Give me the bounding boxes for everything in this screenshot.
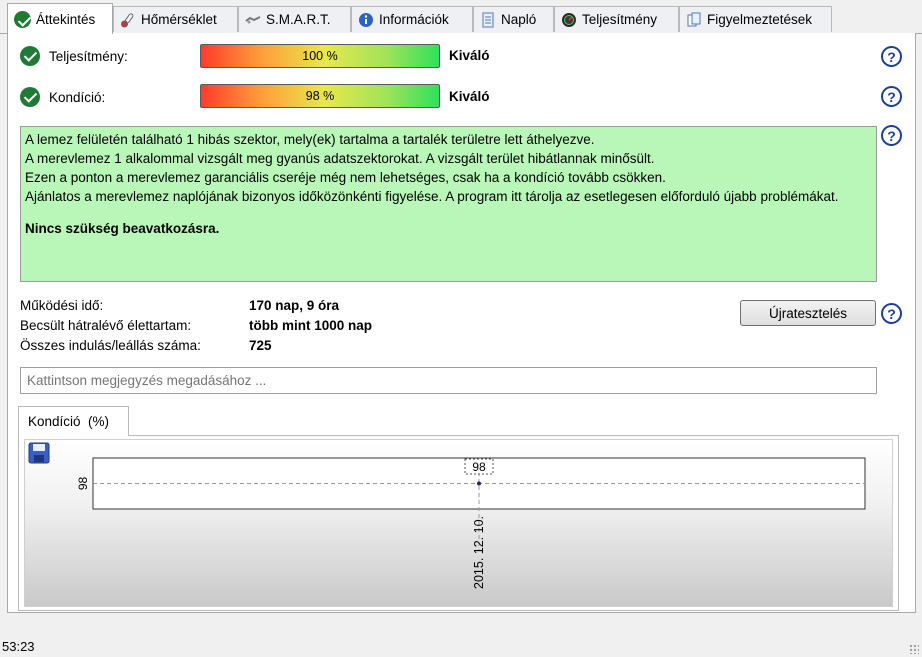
resize-grip[interactable] [909, 644, 919, 654]
warnings-icon [687, 12, 701, 26]
tab-label: Áttekintés [36, 11, 96, 27]
info-icon [359, 12, 373, 27]
data-point [477, 481, 481, 486]
performance-percent: 100 % [302, 49, 338, 63]
status-message: A lemez felületén található 1 hibás szek… [20, 126, 877, 282]
thermometer-icon [121, 12, 134, 27]
performance-row: Teljesítmény: [20, 46, 128, 66]
help-icon[interactable]: ? [881, 46, 902, 67]
note-input[interactable] [20, 367, 877, 394]
x-tick-label: 2015. 12. 10. [472, 516, 486, 589]
save-icon[interactable] [28, 442, 50, 464]
check-icon [20, 87, 40, 107]
starts-label: Összes indulás/leállás száma: [20, 338, 201, 353]
condition-row: Kondíció: [20, 87, 105, 107]
condition-chart: 98 2015. 12. 10. 98 [28, 442, 866, 589]
remaining-life-label: Becsült hátralévő élettartam: [20, 318, 192, 333]
message-line: Ajánlatos a merevlemez naplójának bizony… [25, 189, 839, 204]
retest-button[interactable]: Újratesztelés [740, 300, 876, 326]
tab-label: Információk [379, 12, 449, 27]
status-bar: 53:23 [0, 633, 922, 657]
tab-temperature[interactable]: Hőmérséklet [113, 6, 238, 32]
performance-bar: 100 % [200, 44, 440, 68]
check-icon [20, 46, 40, 66]
subtab-label: Kondíció (%) [28, 414, 110, 429]
data-label: 98 [472, 460, 486, 474]
help-icon[interactable]: ? [881, 86, 902, 107]
remaining-life-value: több mint 1000 nap [249, 318, 373, 333]
message-conclusion: Nincs szükség beavatkozásra. [25, 221, 220, 236]
help-icon[interactable]: ? [881, 303, 902, 324]
log-icon [482, 12, 494, 27]
chart-container: 98 2015. 12. 10. 98 [18, 435, 899, 611]
message-line: A merevlemez 1 alkalommal vizsgált meg g… [25, 151, 655, 166]
uptime-value: 170 nap, 9 óra [249, 298, 340, 313]
tab-label: Napló [501, 12, 537, 27]
condition-rating: Kiváló [449, 89, 490, 104]
tab-condition-chart[interactable]: Kondíció (%) [18, 406, 129, 436]
tab-log[interactable]: Napló [473, 6, 554, 32]
status-time: 53:23 [2, 639, 35, 654]
performance-label: Teljesítmény: [49, 48, 128, 64]
chart-area: 98 2015. 12. 10. 98 [24, 439, 893, 607]
starts-value: 725 [249, 338, 272, 353]
condition-percent: 98 % [305, 89, 335, 103]
tab-label: S.M.A.R.T. [266, 12, 331, 27]
message-line: A lemez felületén található 1 hibás szek… [25, 132, 595, 147]
smart-icon [245, 15, 261, 23]
tab-warnings[interactable]: Figyelmeztetések [679, 6, 832, 32]
check-icon [14, 10, 31, 28]
tab-label: Teljesítmény [582, 12, 658, 27]
tab-smart[interactable]: S.M.A.R.T. [238, 6, 351, 32]
y-tick-label: 98 [76, 477, 90, 491]
tab-info[interactable]: Információk [351, 6, 473, 32]
tab-performance[interactable]: Teljesítmény [554, 6, 679, 32]
performance-icon [562, 12, 576, 27]
overview-panel: Teljesítmény: 100 % Kiváló ? Kondíció: 9… [7, 33, 916, 613]
tab-label: Hőmérséklet [141, 12, 217, 27]
message-line: Ezen a ponton a merevlemez garanciális c… [25, 170, 666, 185]
tab-overview[interactable]: Áttekintés [7, 3, 113, 34]
tab-label: Figyelmeztetések [707, 12, 813, 27]
uptime-label: Működési idő: [20, 298, 104, 313]
condition-label: Kondíció: [49, 89, 106, 105]
performance-rating: Kiváló [449, 48, 490, 63]
condition-bar: 98 % [200, 84, 440, 108]
help-icon[interactable]: ? [881, 125, 902, 146]
tab-bar: Áttekintés Hőmérséklet S.M.A.R.T. Inform… [0, 0, 922, 34]
